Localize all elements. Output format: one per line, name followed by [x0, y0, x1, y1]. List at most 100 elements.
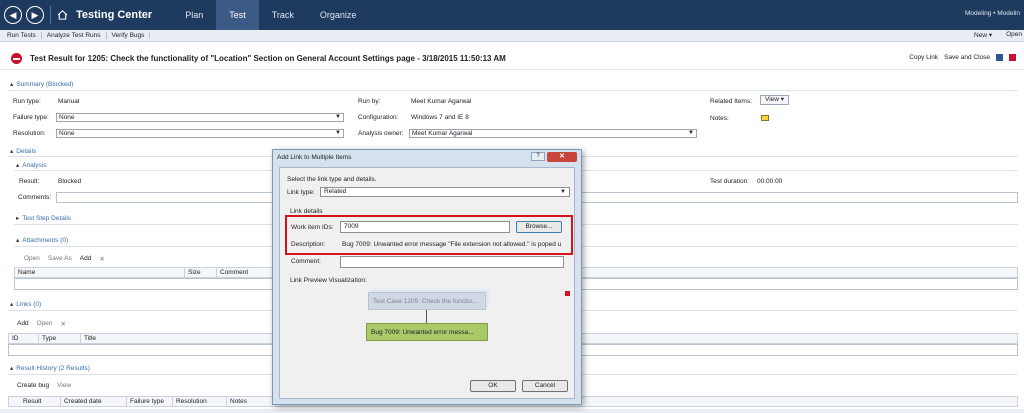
analyze-test-runs-button[interactable]: Analyze Test Runs: [42, 32, 107, 39]
description-label: Description:: [291, 241, 326, 248]
result-title-row: Test Result for 1205: Check the function…: [0, 48, 1024, 70]
summary-header-text: Summary (Blocked): [16, 81, 74, 88]
analysis-owner-value: Meet Kumar Agarwal: [412, 130, 473, 137]
chevron-down-icon: ▼: [335, 130, 341, 136]
run-type-label: Run type:: [13, 98, 41, 105]
configuration-label: Configuration:: [358, 114, 399, 121]
verify-bugs-button[interactable]: Verify Bugs: [107, 32, 151, 39]
view-result-button[interactable]: View: [57, 382, 71, 389]
comments-label: Comments:: [18, 194, 52, 201]
tab-test[interactable]: Test: [216, 0, 259, 30]
collapse-icon: ▴: [16, 237, 20, 244]
blocked-status-icon: [11, 53, 22, 64]
copy-link-button[interactable]: Copy Link: [909, 54, 938, 61]
collapse-icon: ▴: [16, 162, 20, 169]
column-id[interactable]: ID: [9, 334, 39, 343]
app-title: Testing Center: [76, 9, 153, 21]
tab-organize[interactable]: Organize: [307, 0, 370, 30]
result-history-section-header[interactable]: ▴ Result History (2 Results): [10, 364, 90, 372]
column-name[interactable]: Name: [15, 268, 185, 277]
result-value: Blocked: [58, 178, 82, 185]
links-section-header[interactable]: ▴ Links (0): [10, 300, 41, 308]
dialog-body: Select the link type and details. Link t…: [279, 167, 575, 399]
chevron-down-icon: ▼: [688, 130, 694, 136]
analysis-owner-select[interactable]: Meet Kumar Agarwal ▼: [409, 129, 697, 138]
run-by-label: Run by:: [358, 98, 381, 105]
result-label: Result:: [19, 178, 40, 185]
attachments-toolbar: Open Save As Add ✕: [24, 255, 105, 263]
preview-target-node: Bug 7009: Unwanted error messa...: [366, 323, 488, 341]
close-button[interactable]: ✕: [547, 152, 577, 162]
save-and-close-button[interactable]: Save and Close: [944, 54, 990, 61]
home-icon[interactable]: [50, 6, 68, 24]
tab-plan[interactable]: Plan: [172, 0, 216, 30]
refresh-icon[interactable]: [1009, 54, 1016, 61]
links-header-text: Links (0): [16, 301, 42, 308]
column-created-date[interactable]: Created date: [61, 397, 127, 406]
test-step-details-text: Test Step Details: [22, 215, 72, 222]
notes-label: Notes:: [710, 115, 729, 122]
description-value: Bug 7009: Unwanted error message "File e…: [342, 241, 562, 248]
work-item-ids-label: Work item IDs:: [291, 224, 334, 231]
summary-section-header[interactable]: ▴ Summary (Blocked): [10, 80, 73, 88]
ok-button[interactable]: OK: [470, 380, 516, 392]
column-comment[interactable]: Comment: [217, 268, 277, 277]
details-section-header[interactable]: ▴ Details: [10, 147, 36, 155]
attachments-section-header[interactable]: ▴ Attachments (0): [16, 236, 68, 244]
browse-button[interactable]: Browse...: [516, 221, 562, 233]
new-button[interactable]: New ▾: [974, 31, 992, 39]
test-duration-label: Test duration:: [710, 178, 750, 185]
delete-link-icon[interactable]: ✕: [60, 320, 65, 328]
test-step-details-header[interactable]: ▸ Test Step Details: [16, 214, 71, 222]
column-resolution[interactable]: Resolution: [173, 397, 227, 406]
top-bar: ◀ ▶ Testing Center Plan Test Track Organ…: [0, 0, 1024, 30]
open-attachment-button[interactable]: Open: [24, 255, 40, 263]
failure-type-label: Failure type:: [13, 114, 49, 121]
back-icon[interactable]: ◀: [4, 6, 22, 24]
create-bug-button[interactable]: Create bug: [17, 382, 49, 389]
link-type-value: Related: [324, 188, 347, 195]
column-size[interactable]: Size: [185, 268, 217, 277]
view-button[interactable]: View ▾: [760, 95, 790, 105]
resolution-value: None: [59, 130, 75, 137]
add-attachment-button[interactable]: Add: [80, 255, 92, 263]
analysis-header-text: Analysis: [22, 162, 47, 169]
comment-input[interactable]: [340, 256, 564, 268]
column-failure-type[interactable]: Failure type: [127, 397, 173, 406]
column-type[interactable]: Type: [39, 334, 81, 343]
result-history-header-text: Result History (2 Results): [16, 365, 90, 372]
configuration-value: Windows 7 and IE 8: [411, 114, 469, 121]
open-button[interactable]: Open: [1006, 31, 1022, 39]
save-icon[interactable]: [996, 54, 1003, 61]
chevron-down-icon: ▼: [560, 189, 566, 195]
history-toolbar: Create bug View: [17, 382, 71, 389]
link-details-label: Link details: [290, 208, 323, 215]
run-tests-button[interactable]: Run Tests: [2, 32, 42, 39]
analysis-section-header[interactable]: ▴ Analysis: [16, 161, 46, 169]
link-type-select[interactable]: Related ▼: [320, 187, 570, 197]
save-as-button[interactable]: Save As: [48, 255, 72, 263]
instruction-text: Select the link type and details.: [287, 176, 377, 183]
column-title[interactable]: Title: [81, 334, 201, 343]
history-first-row[interactable]: [0, 409, 1024, 413]
attachments-header-text: Attachments (0): [22, 237, 69, 244]
help-button[interactable]: ?: [531, 152, 545, 161]
add-link-button[interactable]: Add: [17, 320, 29, 328]
run-type-value: Manual: [58, 98, 80, 105]
resolution-select[interactable]: None ▼: [56, 129, 344, 138]
failure-type-select[interactable]: None ▼: [56, 113, 344, 122]
test-duration-value: 00:00:00: [757, 178, 783, 185]
related-items-label: Related Items:: [710, 98, 752, 105]
work-item-ids-input[interactable]: 7009: [340, 221, 510, 233]
column-result[interactable]: Result: [9, 397, 61, 406]
tab-track[interactable]: Track: [259, 0, 307, 30]
preview-marker-icon: [565, 291, 570, 296]
breadcrumb[interactable]: Modeling • Modelin: [965, 10, 1020, 17]
cancel-button[interactable]: Cancel: [522, 380, 568, 392]
forward-icon[interactable]: ▶: [26, 6, 44, 24]
open-link-button[interactable]: Open: [37, 320, 53, 328]
analysis-owner-label: Analysis owner:: [358, 130, 404, 137]
delete-attachment-icon[interactable]: ✕: [99, 255, 104, 263]
note-icon[interactable]: [761, 115, 769, 121]
collapse-icon: ▸: [16, 215, 20, 222]
